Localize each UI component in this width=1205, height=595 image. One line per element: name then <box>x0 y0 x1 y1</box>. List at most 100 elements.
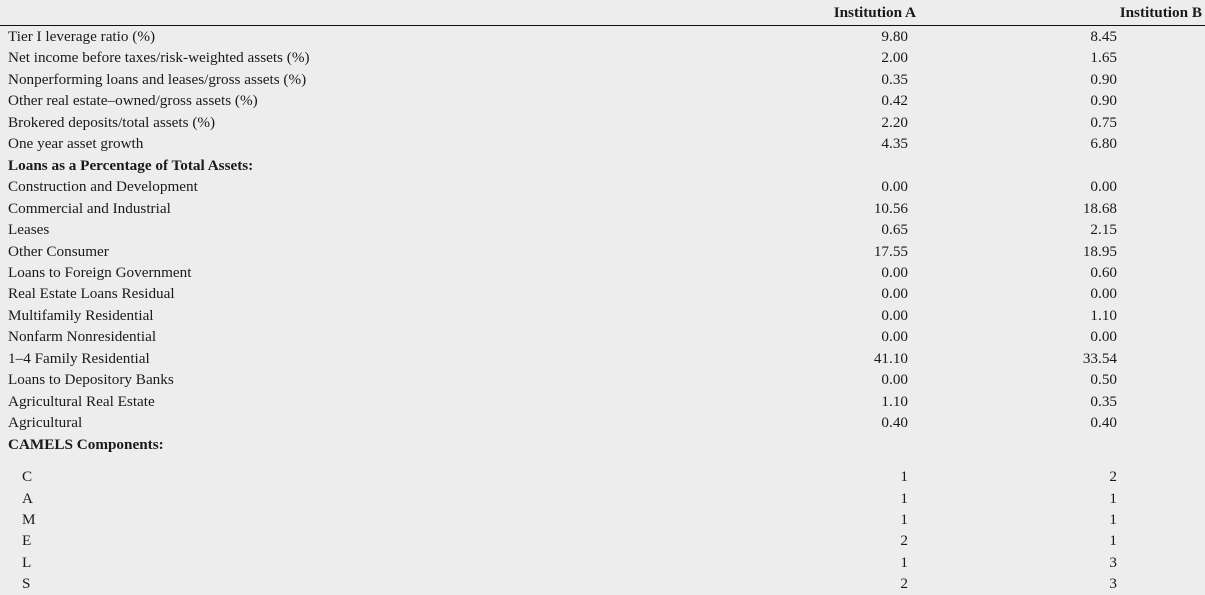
section-heading: CAMELS Components: <box>8 435 164 453</box>
cell-institution-a <box>770 155 965 176</box>
cell-institution-b: 0.50 <box>1090 371 1117 389</box>
row-label: A <box>22 489 33 507</box>
row-label: Tier I leverage ratio (%) <box>8 28 156 45</box>
cell-institution-a: 0.00 <box>881 306 908 324</box>
table-row: Real Estate Loans Residual 0.00 0.00 <box>0 283 1205 304</box>
cell-institution-b: 3 <box>1109 575 1117 593</box>
row-label: Nonperforming loans and leases/gross ass… <box>8 70 307 88</box>
table-row: Construction and Development 0.00 0.00 <box>0 176 1205 197</box>
cell-institution-a: 41.10 <box>873 349 908 367</box>
table-row: Nonfarm Nonresidential 0.00 0.00 <box>0 326 1205 347</box>
table-row: Other real estate–owned/gross assets (%)… <box>0 90 1205 111</box>
table-row: Other Consumer 17.55 18.95 <box>0 241 1205 262</box>
row-label: Real Estate Loans Residual <box>8 285 175 303</box>
financial-comparison-table-sheet: Institution A Institution B Tier I lever… <box>0 0 1205 593</box>
cell-institution-a: 1 <box>900 553 908 571</box>
row-label: Other Consumer <box>8 242 109 260</box>
table-row: S 2 3 <box>0 573 1205 594</box>
column-header-label <box>0 0 770 26</box>
cell-institution-b: 1 <box>1109 489 1117 507</box>
cell-institution-b: 0.60 <box>1090 263 1117 281</box>
row-label: Brokered deposits/total assets (%) <box>8 113 216 131</box>
row-label: Multifamily Residential <box>8 306 154 324</box>
row-label: Agricultural <box>8 414 83 432</box>
table-row: Tier I leverage ratio (%) 9.80 8.45 <box>0 26 1205 48</box>
cell-institution-b: 0.35 <box>1090 392 1117 410</box>
cell-institution-a: 2.20 <box>881 113 908 131</box>
column-header-institution-a: Institution A <box>770 0 965 26</box>
row-label: L <box>22 553 32 571</box>
table-row: Net income before taxes/risk-weighted as… <box>0 47 1205 68</box>
row-label: Loans to Depository Banks <box>8 371 174 389</box>
row-label: Loans to Foreign Government <box>8 263 192 281</box>
table-header-row: Institution A Institution B <box>0 0 1205 26</box>
row-label: Commercial and Industrial <box>8 199 171 217</box>
cell-institution-b: 6.80 <box>1090 135 1117 153</box>
row-label: E <box>22 532 32 550</box>
cell-institution-b: 1.65 <box>1090 49 1117 67</box>
cell-institution-a: 0.35 <box>881 70 908 88</box>
table-section-row: CAMELS Components: <box>0 434 1205 455</box>
spacer-cell <box>0 455 1205 466</box>
row-label: Construction and Development <box>8 178 198 196</box>
table-row: A 1 1 <box>0 488 1205 509</box>
cell-institution-b: 0.00 <box>1090 328 1117 346</box>
cell-institution-b <box>965 434 1205 455</box>
cell-institution-a: 0.00 <box>881 285 908 303</box>
table-row: One year asset growth 4.35 6.80 <box>0 133 1205 154</box>
cell-institution-b <box>965 155 1205 176</box>
table-row: Multifamily Residential 0.00 1.10 <box>0 305 1205 326</box>
cell-institution-a: 0.65 <box>881 221 908 239</box>
cell-institution-b: 0.90 <box>1090 70 1117 88</box>
table-row: M 1 1 <box>0 509 1205 530</box>
cell-institution-a <box>770 434 965 455</box>
cell-institution-b: 0.40 <box>1090 414 1117 432</box>
cell-institution-b: 0.75 <box>1090 113 1117 131</box>
cell-institution-b: 2.15 <box>1090 221 1117 239</box>
cell-institution-a: 1.10 <box>881 392 908 410</box>
cell-institution-b: 1 <box>1109 510 1117 528</box>
cell-institution-a: 0.00 <box>881 328 908 346</box>
row-label: 1–4 Family Residential <box>8 349 150 367</box>
cell-institution-a: 4.35 <box>881 135 908 153</box>
section-heading: Loans as a Percentage of Total Assets: <box>8 156 254 174</box>
cell-institution-a: 0.00 <box>881 263 908 281</box>
table-row: Loans to Foreign Government 0.00 0.60 <box>0 262 1205 283</box>
table-row: L 1 3 <box>0 552 1205 573</box>
row-label: S <box>22 575 31 593</box>
cell-institution-b: 1.10 <box>1090 306 1117 324</box>
cell-institution-a: 0.00 <box>881 371 908 389</box>
cell-institution-b: 0.00 <box>1090 285 1117 303</box>
cell-institution-a: 1 <box>900 510 908 528</box>
row-label: Nonfarm Nonresidential <box>8 328 157 346</box>
table-row: Nonperforming loans and leases/gross ass… <box>0 69 1205 90</box>
cell-institution-a: 1 <box>900 468 908 486</box>
table-section-row: Loans as a Percentage of Total Assets: <box>0 155 1205 176</box>
cell-institution-b: 18.68 <box>1082 199 1117 217</box>
cell-institution-a: 0.42 <box>881 92 908 110</box>
cell-institution-b: 0.00 <box>1090 178 1117 196</box>
row-label: C <box>22 468 33 486</box>
row-label: Net income before taxes/risk-weighted as… <box>8 49 310 67</box>
table-row: 1–4 Family Residential 41.10 33.54 <box>0 348 1205 369</box>
institution-comparison-table: Institution A Institution B Tier I lever… <box>0 0 1205 595</box>
table-row: Agricultural 0.40 0.40 <box>0 412 1205 433</box>
table-header: Institution A Institution B <box>0 0 1205 26</box>
cell-institution-a: 2.00 <box>881 49 908 67</box>
table-row: Brokered deposits/total assets (%) 2.20 0.… <box>0 112 1205 133</box>
row-label: M <box>22 510 36 528</box>
table-spacer-row <box>0 455 1205 466</box>
table-row: E 2 1 <box>0 530 1205 551</box>
cell-institution-a: 0.40 <box>881 414 908 432</box>
cell-institution-a: 2 <box>900 575 908 593</box>
table-row: Agricultural Real Estate 1.10 0.35 <box>0 391 1205 412</box>
table-row: Loans to Depository Banks 0.00 0.50 <box>0 369 1205 390</box>
cell-institution-a: 0.00 <box>881 178 908 196</box>
cell-institution-a: 10.56 <box>873 199 908 217</box>
cell-institution-a: 9.80 <box>881 28 908 45</box>
cell-institution-b: 33.54 <box>1082 349 1117 367</box>
row-label: Agricultural Real Estate <box>8 392 155 410</box>
table-row: Commercial and Industrial 10.56 18.68 <box>0 198 1205 219</box>
row-label: Other real estate–owned/gross assets (%) <box>8 92 258 110</box>
row-label: Leases <box>8 221 50 239</box>
